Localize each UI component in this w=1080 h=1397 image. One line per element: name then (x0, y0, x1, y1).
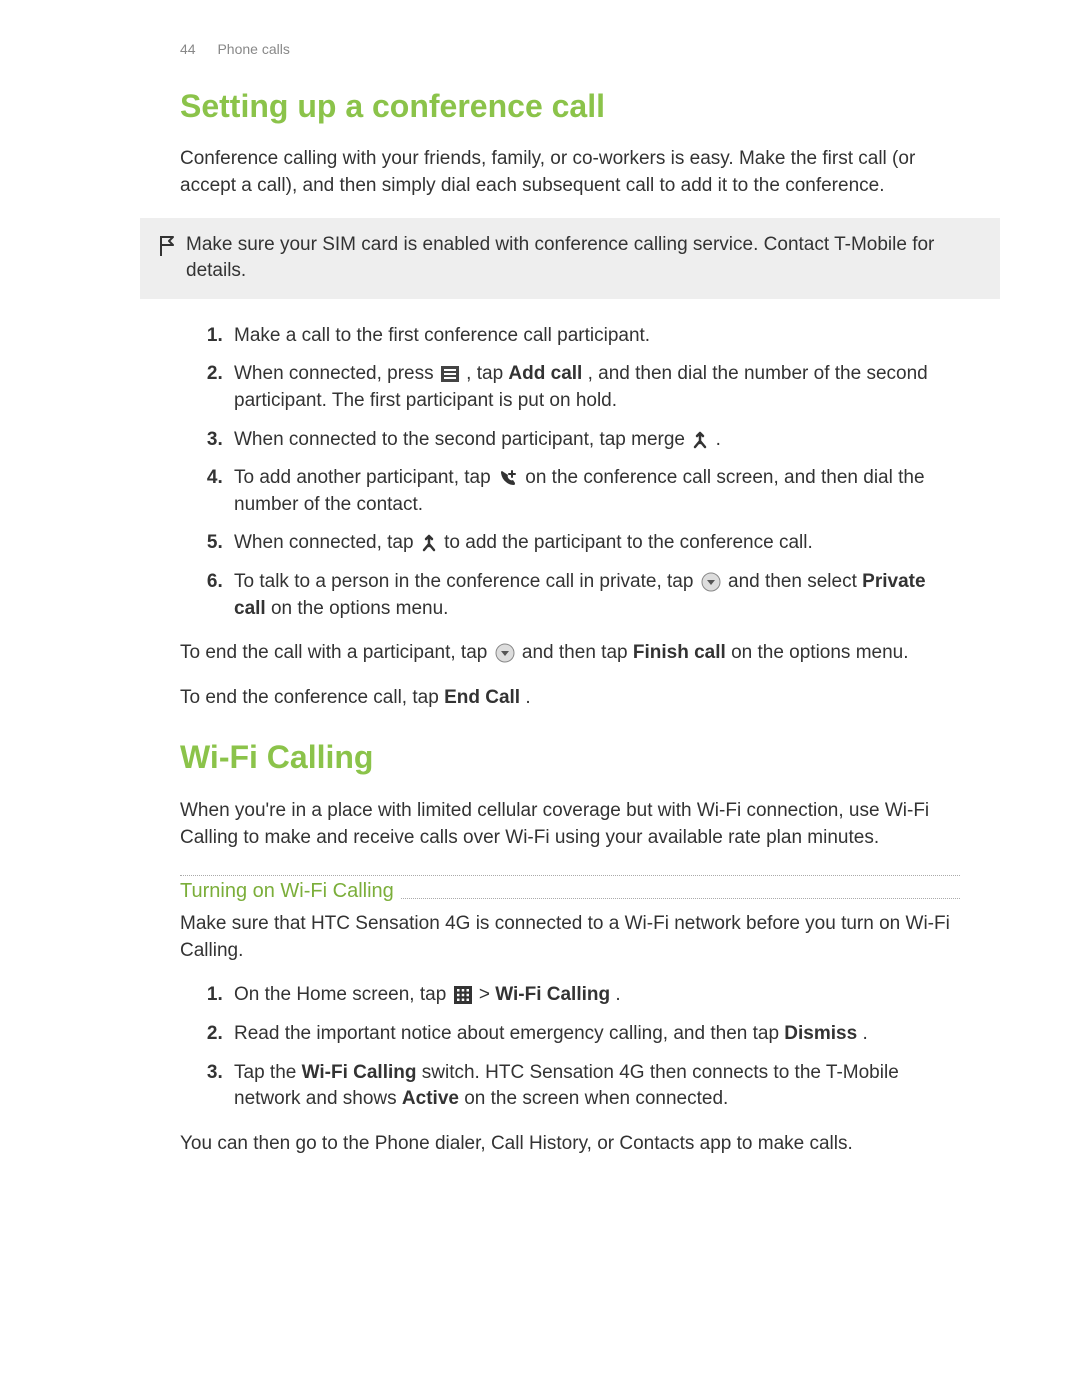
note-box: Make sure your SIM card is enabled with … (140, 218, 1000, 299)
step-6: To talk to a person in the conference ca… (228, 569, 960, 622)
document-page: 44 Phone calls Setting up a conference c… (0, 0, 1080, 1397)
subheading-turning-on: Turning on Wi-Fi Calling (180, 875, 960, 899)
note-text: Make sure your SIM card is enabled with … (186, 232, 984, 285)
page-header: 44 Phone calls (180, 40, 960, 60)
steps-list-b: On the Home screen, tap > Wi-Fi Calling … (180, 982, 960, 1112)
step-3: When connected to the second participant… (228, 427, 960, 454)
page-number: 44 (180, 41, 196, 57)
step-2: When connected, press , tap Add call , a… (228, 361, 960, 414)
step-b2: Read the important notice about emergenc… (228, 1021, 960, 1048)
paragraph-b: Make sure that HTC Sensation 4G is conne… (180, 911, 960, 964)
heading-conference-call: Setting up a conference call (180, 84, 960, 129)
step-b1: On the Home screen, tap > Wi-Fi Calling … (228, 982, 960, 1009)
end-participant-para: To end the call with a participant, tap … (180, 640, 960, 667)
after-paragraph-b: You can then go to the Phone dialer, Cal… (180, 1131, 960, 1158)
end-conference-para: To end the conference call, tap End Call… (180, 685, 960, 712)
dropdown-circle-icon (701, 572, 721, 592)
intro-paragraph-a: Conference calling with your friends, fa… (180, 146, 960, 199)
merge-icon (692, 431, 708, 449)
steps-list-a: Make a call to the first conference call… (180, 323, 960, 622)
menu-icon (441, 366, 459, 382)
step-1: Make a call to the first conference call… (228, 323, 960, 350)
heading-wifi-calling: Wi-Fi Calling (180, 735, 960, 780)
step-b3: Tap the Wi-Fi Calling switch. HTC Sensat… (228, 1060, 960, 1113)
apps-grid-icon (454, 986, 472, 1004)
step-4: To add another participant, tap on the c… (228, 465, 960, 518)
section-name: Phone calls (217, 41, 289, 57)
dropdown-circle-icon (495, 643, 515, 663)
step-5: When connected, tap to add the participa… (228, 530, 960, 557)
flag-icon (158, 232, 186, 258)
add-call-icon (498, 468, 518, 488)
merge-icon (421, 534, 437, 552)
intro-paragraph-b: When you're in a place with limited cell… (180, 798, 960, 851)
